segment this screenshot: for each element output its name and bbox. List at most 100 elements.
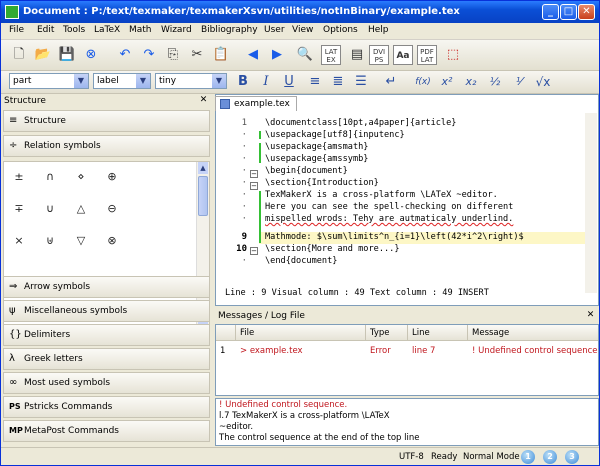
row-line[interactable]: line 7 bbox=[408, 344, 468, 358]
new-file-icon[interactable]: 🗋 bbox=[7, 43, 31, 67]
forward-icon[interactable]: ▶ bbox=[265, 43, 289, 67]
editor-scrollbar[interactable] bbox=[585, 113, 597, 293]
subscript-icon[interactable]: x₂ bbox=[461, 72, 481, 92]
menu-math[interactable]: Math bbox=[129, 25, 152, 35]
symbol-cell[interactable]: ⋄ bbox=[66, 162, 96, 192]
category-arrow-symbols[interactable]: ⇒ Arrow symbols bbox=[3, 276, 210, 298]
symbol-cell[interactable]: ∩ bbox=[35, 162, 65, 192]
view-pdf-icon[interactable]: ⬚ bbox=[441, 43, 465, 67]
latex-icon[interactable]: LAT EX bbox=[321, 45, 341, 65]
code-area[interactable]: \documentclass[10pt,a4paper]{article} \u… bbox=[265, 118, 585, 288]
menu-wizard[interactable]: Wizard bbox=[161, 25, 192, 35]
column-header[interactable]: Message bbox=[468, 325, 598, 341]
change-marker bbox=[259, 131, 261, 139]
minimize-button[interactable]: _ bbox=[542, 4, 559, 20]
structure-panel: Structure ✕ ≡ Structure ÷ Relation symbols… bbox=[1, 94, 212, 447]
log-view[interactable]: ! Undefined control sequence. l.7 TexMak… bbox=[215, 398, 599, 446]
symbol-cell[interactable]: ⊗ bbox=[97, 226, 127, 256]
cut-icon[interactable]: ✂ bbox=[185, 43, 209, 67]
back-icon[interactable]: ◀ bbox=[241, 43, 265, 67]
symbol-cell[interactable]: ⊕ bbox=[97, 162, 127, 192]
maximize-button[interactable]: □ bbox=[560, 4, 577, 20]
column-header[interactable]: Line bbox=[408, 325, 468, 341]
ref-combo[interactable]: label ▼ bbox=[93, 73, 151, 89]
view-dvi-icon[interactable]: ▤ bbox=[345, 43, 369, 67]
dvi-ps-icon[interactable]: DVI PS bbox=[369, 45, 389, 65]
menu-help[interactable]: Help bbox=[368, 25, 389, 35]
menu-bibliography[interactable]: Bibliography bbox=[201, 25, 258, 35]
function-button[interactable]: f(x) bbox=[411, 72, 435, 92]
align-center-icon[interactable]: ≣ bbox=[328, 72, 348, 92]
code-line: \section{More and more...} bbox=[265, 244, 400, 254]
close-icon[interactable]: ✕ bbox=[585, 310, 596, 321]
symbol-cell[interactable]: ± bbox=[4, 162, 34, 192]
category-structure[interactable]: ≡ Structure bbox=[3, 110, 210, 132]
underline-button[interactable]: U bbox=[279, 72, 299, 92]
italic-button[interactable]: I bbox=[256, 72, 276, 92]
fold-toggle-icon[interactable]: − bbox=[250, 247, 258, 255]
menu-view[interactable]: View bbox=[292, 25, 313, 35]
align-left-icon[interactable]: ≡ bbox=[305, 72, 325, 92]
row-type[interactable]: Error bbox=[366, 344, 408, 358]
fold-toggle-icon[interactable]: − bbox=[250, 182, 258, 190]
code-line: Here you can see the spell-checking on d… bbox=[265, 202, 514, 212]
copy-icon[interactable]: ⎘ bbox=[161, 43, 185, 67]
row-message[interactable]: ! Undefined control sequence. Te bbox=[468, 344, 598, 358]
row-index[interactable]: 1 bbox=[216, 344, 236, 358]
menu-tools[interactable]: Tools bbox=[63, 25, 85, 35]
paste-icon[interactable]: 📋 bbox=[209, 43, 233, 67]
dfrac-icon[interactable]: ⅟ bbox=[509, 72, 529, 92]
fraction-icon[interactable]: ½ bbox=[485, 72, 505, 92]
category-delimiters[interactable]: {} Delimiters bbox=[3, 324, 210, 346]
symbol-cell[interactable]: △ bbox=[66, 194, 96, 224]
symbol-cell[interactable]: ∓ bbox=[4, 194, 34, 224]
column-header[interactable]: Type bbox=[366, 325, 408, 341]
menu-user[interactable]: User bbox=[264, 25, 285, 35]
category-pstricks[interactable]: PS Pstricks Commands bbox=[3, 396, 210, 418]
tab-example-tex[interactable]: example.tex bbox=[215, 96, 297, 111]
align-right-icon[interactable]: ☰ bbox=[351, 72, 371, 92]
size-combo[interactable]: tiny ▼ bbox=[155, 73, 227, 89]
category-misc-symbols[interactable]: ψ Miscellaneous symbols bbox=[3, 300, 210, 322]
log-line: l.7 TexMakerX is a cross-platform \LATeX bbox=[219, 411, 390, 421]
category-greek-letters[interactable]: λ Greek letters bbox=[3, 348, 210, 370]
find-icon[interactable]: 🔍 bbox=[293, 43, 317, 67]
superscript-icon[interactable]: x² bbox=[437, 72, 457, 92]
redo-icon[interactable]: ↷ bbox=[137, 43, 161, 67]
symbol-cell[interactable]: ∪ bbox=[35, 194, 65, 224]
close-button[interactable]: ✕ bbox=[578, 4, 595, 20]
menu-options[interactable]: Options bbox=[323, 25, 358, 35]
menu-file[interactable]: File bbox=[9, 25, 24, 35]
symbol-cell[interactable]: × bbox=[4, 226, 34, 256]
row-file[interactable]: > example.tex bbox=[236, 344, 366, 358]
scroll-thumb[interactable] bbox=[198, 176, 208, 216]
cursor-status: Line : 9 Visual column : 49 Text column … bbox=[225, 288, 489, 298]
font-icon[interactable]: Aa bbox=[393, 45, 413, 65]
column-header[interactable]: File bbox=[236, 325, 366, 341]
pdf-latex-icon[interactable]: PDF LAT bbox=[417, 45, 437, 65]
undo-icon[interactable]: ↶ bbox=[113, 43, 137, 67]
symbol-cell[interactable]: ▽ bbox=[66, 226, 96, 256]
category-metapost[interactable]: MP MetaPost Commands bbox=[3, 420, 210, 442]
category-most-used[interactable]: ∞ Most used symbols bbox=[3, 372, 210, 394]
category-relation-symbols[interactable]: ÷ Relation symbols bbox=[3, 135, 210, 157]
sqrt-icon[interactable]: √x bbox=[533, 72, 553, 92]
bookmark-3-button[interactable]: 3 bbox=[565, 450, 579, 464]
scroll-up-icon[interactable]: ▲ bbox=[198, 162, 208, 174]
bookmark-1-button[interactable]: 1 bbox=[521, 450, 535, 464]
column-header[interactable] bbox=[216, 325, 236, 341]
newline-icon[interactable]: ↵ bbox=[381, 72, 401, 92]
close-icon[interactable]: ✕ bbox=[198, 95, 209, 106]
symbol-cell[interactable]: ⊎ bbox=[35, 226, 65, 256]
chevron-down-icon: ▼ bbox=[212, 74, 226, 88]
fold-toggle-icon[interactable]: − bbox=[250, 170, 258, 178]
section-combo[interactable]: part ▼ bbox=[9, 73, 89, 89]
bookmark-2-button[interactable]: 2 bbox=[543, 450, 557, 464]
save-icon[interactable]: 💾 bbox=[55, 43, 79, 67]
menu-latex[interactable]: LaTeX bbox=[94, 25, 120, 35]
close-doc-icon[interactable]: ⊗ bbox=[79, 43, 103, 67]
symbol-cell[interactable]: ⊖ bbox=[97, 194, 127, 224]
menu-edit[interactable]: Edit bbox=[37, 25, 54, 35]
open-file-icon[interactable]: 📂 bbox=[31, 43, 55, 67]
bold-button[interactable]: B bbox=[233, 72, 253, 92]
